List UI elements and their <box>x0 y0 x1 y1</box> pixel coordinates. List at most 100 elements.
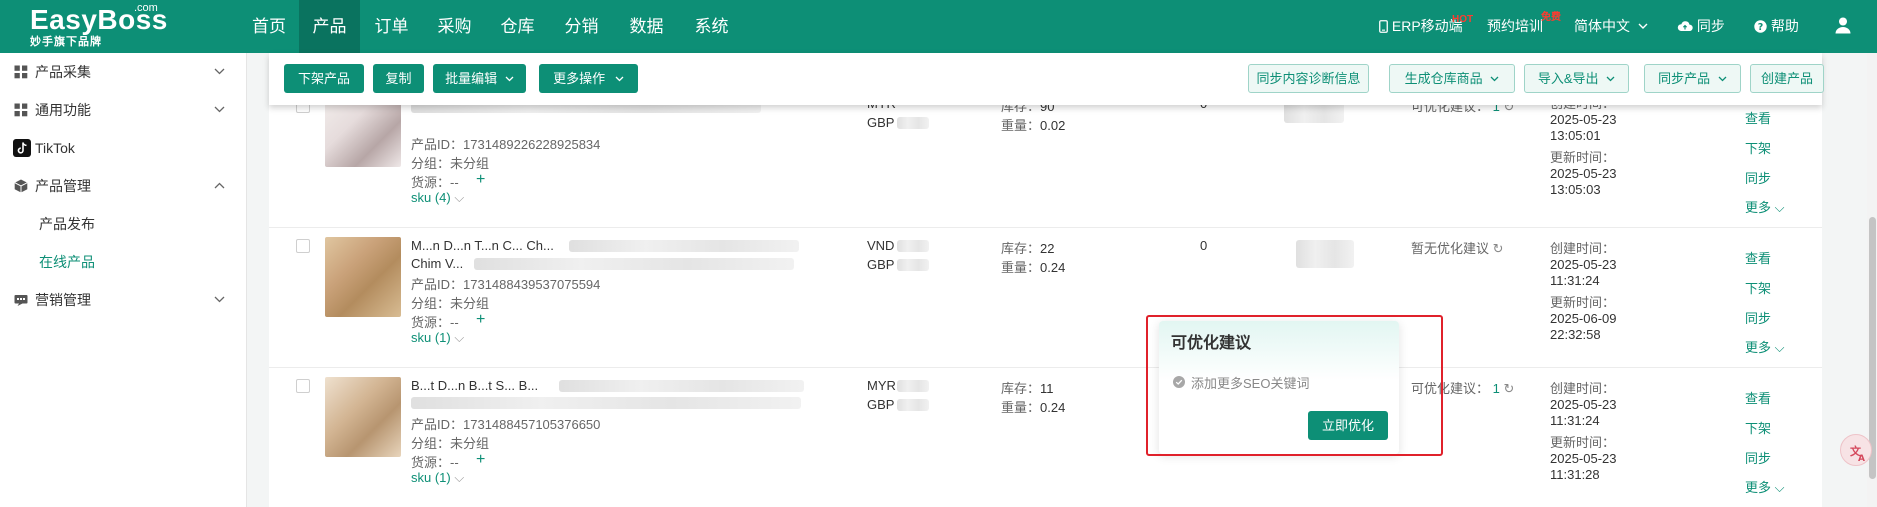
create-product-button[interactable]: 创建产品 <box>1750 64 1824 93</box>
sync-diagnosis-button[interactable]: 同步内容诊断信息 <box>1248 64 1369 93</box>
nav-distribution[interactable]: 分销 <box>549 0 614 53</box>
highlight-box <box>1146 315 1443 456</box>
chevron-down-icon <box>1490 76 1499 82</box>
brand-logo[interactable]: EasyBoss .com 妙手旗下品牌 <box>30 2 168 48</box>
language-select[interactable]: 简体中文 <box>1574 0 1648 53</box>
sidebar-item-label: 通用功能 <box>35 102 91 118</box>
training-link[interactable]: 预约培训 免费 <box>1487 0 1561 53</box>
help-link[interactable]: ? 帮助 <box>1754 0 1799 53</box>
sales-count: 0 <box>1200 238 1208 253</box>
currency-1: MYR <box>867 378 896 393</box>
sync-row-link[interactable]: 同步 <box>1745 168 1771 187</box>
nav-warehouse[interactable]: 仓库 <box>486 0 549 53</box>
sidebar-item-marketing[interactable]: 营销管理 <box>0 281 247 319</box>
nav-data[interactable]: 数据 <box>614 0 679 53</box>
user-icon <box>1835 17 1851 34</box>
nav-home[interactable]: 首页 <box>239 0 299 53</box>
batch-edit-button[interactable]: 批量编辑 <box>433 64 526 93</box>
brand-tagline: 妙手旗下品牌 <box>30 36 102 48</box>
product-title-line1[interactable]: M...n D...n T...n C... Ch... <box>411 238 554 253</box>
created-date: 2025-05-23 <box>1550 257 1617 272</box>
created-label: 创建时间： <box>1550 381 1616 396</box>
product-thumbnail[interactable] <box>325 237 401 317</box>
user-avatar[interactable] <box>1834 16 1852 36</box>
updated-time: 11:31:28 <box>1550 467 1600 482</box>
sync-link[interactable]: 同步 <box>1677 0 1725 53</box>
sidebar-item-collect[interactable]: 产品采集 <box>0 53 247 91</box>
more-operations-button[interactable]: 更多操作 <box>539 64 638 93</box>
svg-text:A: A <box>1858 454 1865 464</box>
row-checkbox[interactable] <box>296 239 310 253</box>
price-blurred <box>897 399 929 411</box>
sidebar-item-tiktok[interactable]: TikTok <box>0 129 247 167</box>
updated-label: 更新时间： <box>1550 150 1616 165</box>
hot-badge: HOT <box>1452 14 1474 25</box>
price-blurred <box>897 117 929 129</box>
view-link[interactable]: 查看 <box>1745 388 1771 407</box>
add-source-icon[interactable]: + <box>476 172 485 188</box>
delist-products-button[interactable]: 下架产品 <box>284 64 364 93</box>
top-nav: EasyBoss .com 妙手旗下品牌 首页 产品 订单 采购 仓库 分销 数… <box>0 0 1877 53</box>
sidebar-item-general[interactable]: 通用功能 <box>0 91 247 129</box>
sidebar-item-product-mgmt[interactable]: 产品管理 <box>0 167 247 205</box>
sidebar-item-label: 营销管理 <box>35 292 91 308</box>
sidebar-item-label: TikTok <box>35 140 75 156</box>
created-time: 11:31:24 <box>1550 273 1600 288</box>
product-group: 分组：未分组 <box>411 296 490 311</box>
updated-date: 2025-05-23 <box>1550 451 1617 466</box>
updated-date: 2025-06-09 <box>1550 311 1617 326</box>
delist-link[interactable]: 下架 <box>1745 138 1771 157</box>
nav-system[interactable]: 系统 <box>679 0 744 53</box>
box-icon <box>14 179 28 193</box>
sku-toggle[interactable]: sku (1) ⌵ <box>411 330 464 346</box>
sku-toggle[interactable]: sku (1) ⌵ <box>411 470 464 486</box>
more-link[interactable]: 更多 ⌵ <box>1745 477 1785 496</box>
sidebar-sub-online[interactable]: 在线产品 <box>39 243 95 281</box>
add-source-icon[interactable]: + <box>476 312 485 328</box>
view-link[interactable]: 查看 <box>1745 248 1771 267</box>
currency-2: GBP <box>867 257 895 272</box>
sync-row-link[interactable]: 同步 <box>1745 448 1771 467</box>
product-group: 分组：未分组 <box>411 156 490 171</box>
chevron-down-icon <box>214 68 225 75</box>
price-blurred <box>897 259 929 271</box>
updated-label: 更新时间： <box>1550 435 1616 450</box>
import-export-button[interactable]: 导入&导出 <box>1524 64 1629 93</box>
more-link[interactable]: 更多 ⌵ <box>1745 197 1785 216</box>
row-checkbox[interactable] <box>296 379 310 393</box>
sku-toggle[interactable]: sku (4) ⌵ <box>411 190 464 206</box>
stock: 库存：22 <box>1001 241 1055 256</box>
product-title-line1[interactable]: B...t D...n B...t S... B... <box>411 378 538 393</box>
product-title-line2[interactable]: Chim V... <box>411 256 463 271</box>
erp-mobile-link[interactable]: ERP移动端 HOT <box>1379 0 1473 53</box>
copy-button[interactable]: 复制 <box>373 64 424 93</box>
product-title-blurred <box>474 258 794 270</box>
chevron-down-icon <box>1606 76 1615 82</box>
updated-date: 2025-05-23 <box>1550 166 1617 181</box>
more-link[interactable]: 更多 ⌵ <box>1745 337 1785 356</box>
currency-2: GBP <box>867 397 895 412</box>
store-blurred <box>1296 240 1354 268</box>
add-source-icon[interactable]: + <box>476 452 485 468</box>
sync-row-link[interactable]: 同步 <box>1745 308 1771 327</box>
optimize-status[interactable]: 暂无优化建议 ↻ <box>1411 238 1504 257</box>
translate-icon[interactable]: 文A <box>1840 434 1872 466</box>
nav-product[interactable]: 产品 <box>299 0 360 53</box>
sync-products-button[interactable]: 同步产品 <box>1644 64 1741 93</box>
language-label: 简体中文 <box>1574 18 1630 34</box>
nav-purchase[interactable]: 采购 <box>423 0 486 53</box>
created-date: 2025-05-23 <box>1550 112 1617 127</box>
delist-link[interactable]: 下架 <box>1745 418 1771 437</box>
view-link[interactable]: 查看 <box>1745 108 1771 127</box>
product-thumbnail[interactable] <box>325 377 401 457</box>
nav-orders[interactable]: 订单 <box>360 0 423 53</box>
generate-warehouse-button[interactable]: 生成仓库商品 <box>1389 64 1515 93</box>
price-blurred <box>897 380 929 392</box>
sidebar-sub-publish[interactable]: 产品发布 <box>39 205 95 243</box>
chevron-down-icon <box>505 76 514 82</box>
delist-link[interactable]: 下架 <box>1745 278 1771 297</box>
grid-icon <box>14 65 28 79</box>
toolbar: 下架产品 复制 批量编辑 更多操作 同步内容诊断信息 生成仓库商品 导入&导出 … <box>269 53 1824 105</box>
sidebar-item-label: 产品采集 <box>35 64 91 80</box>
updated-time: 13:05:03 <box>1550 182 1601 197</box>
